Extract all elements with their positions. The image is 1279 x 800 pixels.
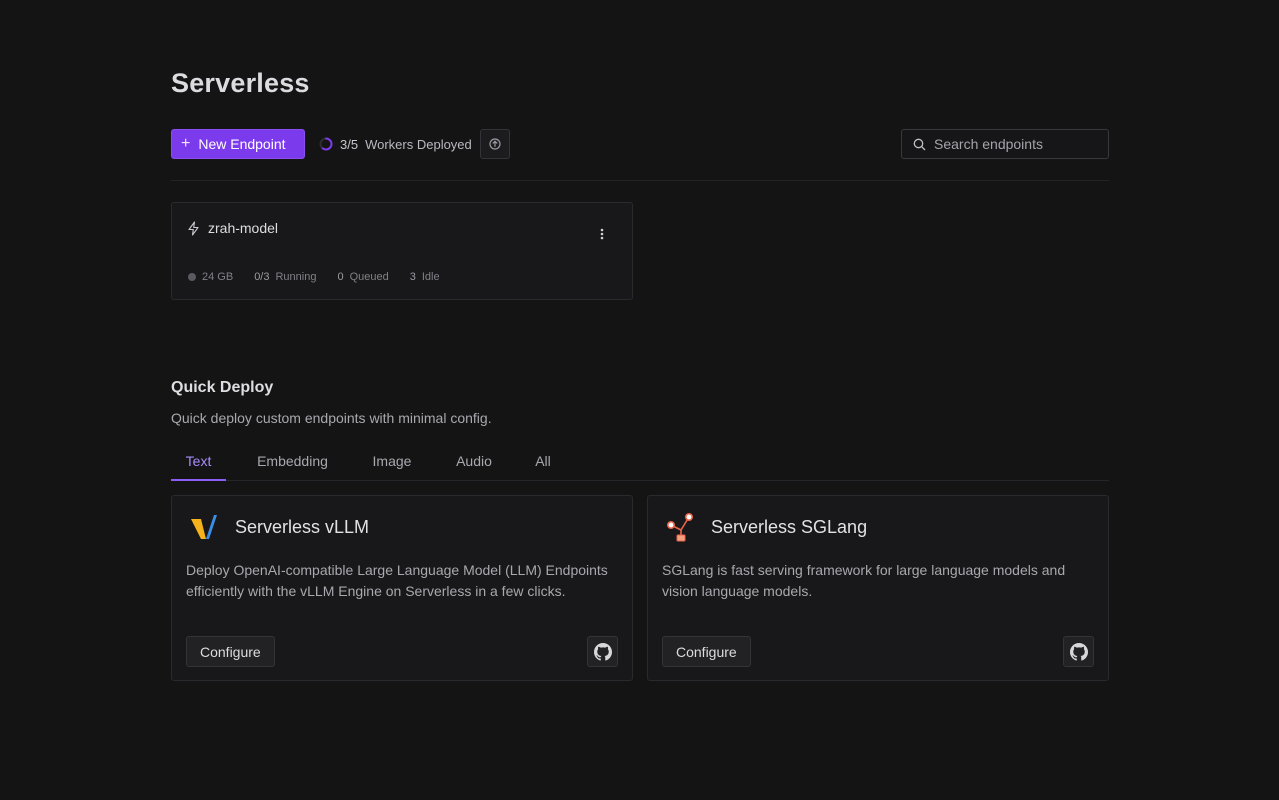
toolbar: + New Endpoint 3/5 Workers Deployed (171, 129, 1109, 159)
tab-text[interactable]: Text (171, 442, 226, 481)
workers-status: 3/5 Workers Deployed (319, 129, 472, 159)
refresh-workers-button[interactable] (480, 129, 510, 159)
workers-count: 3/5 (340, 136, 359, 152)
running-label: Running (275, 271, 317, 283)
quick-deploy-tabs: Text Embedding Image Audio All (171, 442, 1109, 481)
search-box[interactable] (901, 129, 1109, 159)
card-title: Serverless SGLang (711, 517, 868, 537)
github-icon (1069, 642, 1088, 661)
tab-image[interactable]: Image (359, 442, 425, 480)
queued-stat: 0 Queued (337, 271, 388, 283)
github-icon (593, 642, 612, 661)
github-button[interactable] (1063, 636, 1094, 667)
plus-icon: + (181, 135, 191, 152)
queued-count: 0 (337, 271, 344, 283)
page-title: Serverless (171, 68, 310, 98)
search-input[interactable] (934, 136, 1094, 152)
idle-count: 3 (409, 271, 416, 283)
running-count: 0/3 (254, 271, 270, 283)
refresh-icon (489, 138, 501, 150)
lightning-icon (188, 220, 199, 236)
gpu-stat: 24 GB (188, 271, 233, 283)
quick-deploy-title: Quick Deploy (171, 379, 274, 396)
endpoint-name-row: zrah-model (187, 220, 278, 236)
gpu-memory: 24 GB (202, 271, 234, 283)
gpu-chip-icon (188, 273, 196, 281)
configure-button[interactable]: Configure (662, 636, 751, 667)
search-icon (913, 138, 926, 150)
sglang-logo-icon (667, 512, 693, 542)
vllm-logo-icon (191, 515, 217, 539)
tab-all[interactable]: All (523, 442, 563, 480)
idle-stat: 3 Idle (410, 271, 440, 283)
sglang-card: Serverless SGLang SGLang is fast serving… (647, 495, 1109, 681)
serverless-page: Serverless + New Endpoint 3/5 Workers De… (0, 0, 1279, 800)
running-stat: 0/3 Running (254, 271, 316, 283)
quick-deploy-subtitle: Quick deploy custom endpoints with minim… (171, 410, 492, 426)
endpoint-card[interactable]: zrah-model 24 GB 0/3 Running 0 Queued 3 … (171, 202, 633, 300)
divider (171, 180, 1109, 181)
kebab-menu-icon (600, 228, 604, 240)
tab-embedding[interactable]: Embedding (244, 442, 341, 480)
workers-progress-ring-icon (319, 137, 333, 151)
endpoint-stats: 24 GB 0/3 Running 0 Queued 3 Idle (188, 271, 461, 283)
github-button[interactable] (587, 636, 618, 667)
card-description: Deploy OpenAI-compatible Large Language … (186, 562, 608, 599)
tab-audio[interactable]: Audio (443, 442, 505, 480)
new-endpoint-label: New Endpoint (198, 136, 286, 152)
workers-label: Workers Deployed (365, 136, 472, 152)
card-description: SGLang is fast serving framework for lar… (662, 562, 1066, 599)
more-options-button[interactable] (592, 224, 612, 244)
idle-label: Idle (421, 271, 440, 283)
vllm-card: Serverless vLLM Deploy OpenAI-compatible… (171, 495, 633, 681)
queued-label: Queued (349, 271, 389, 283)
configure-button[interactable]: Configure (186, 636, 275, 667)
card-title: Serverless vLLM (235, 517, 370, 537)
new-endpoint-button[interactable]: + New Endpoint (171, 129, 305, 159)
endpoint-name: zrah-model (208, 220, 279, 236)
